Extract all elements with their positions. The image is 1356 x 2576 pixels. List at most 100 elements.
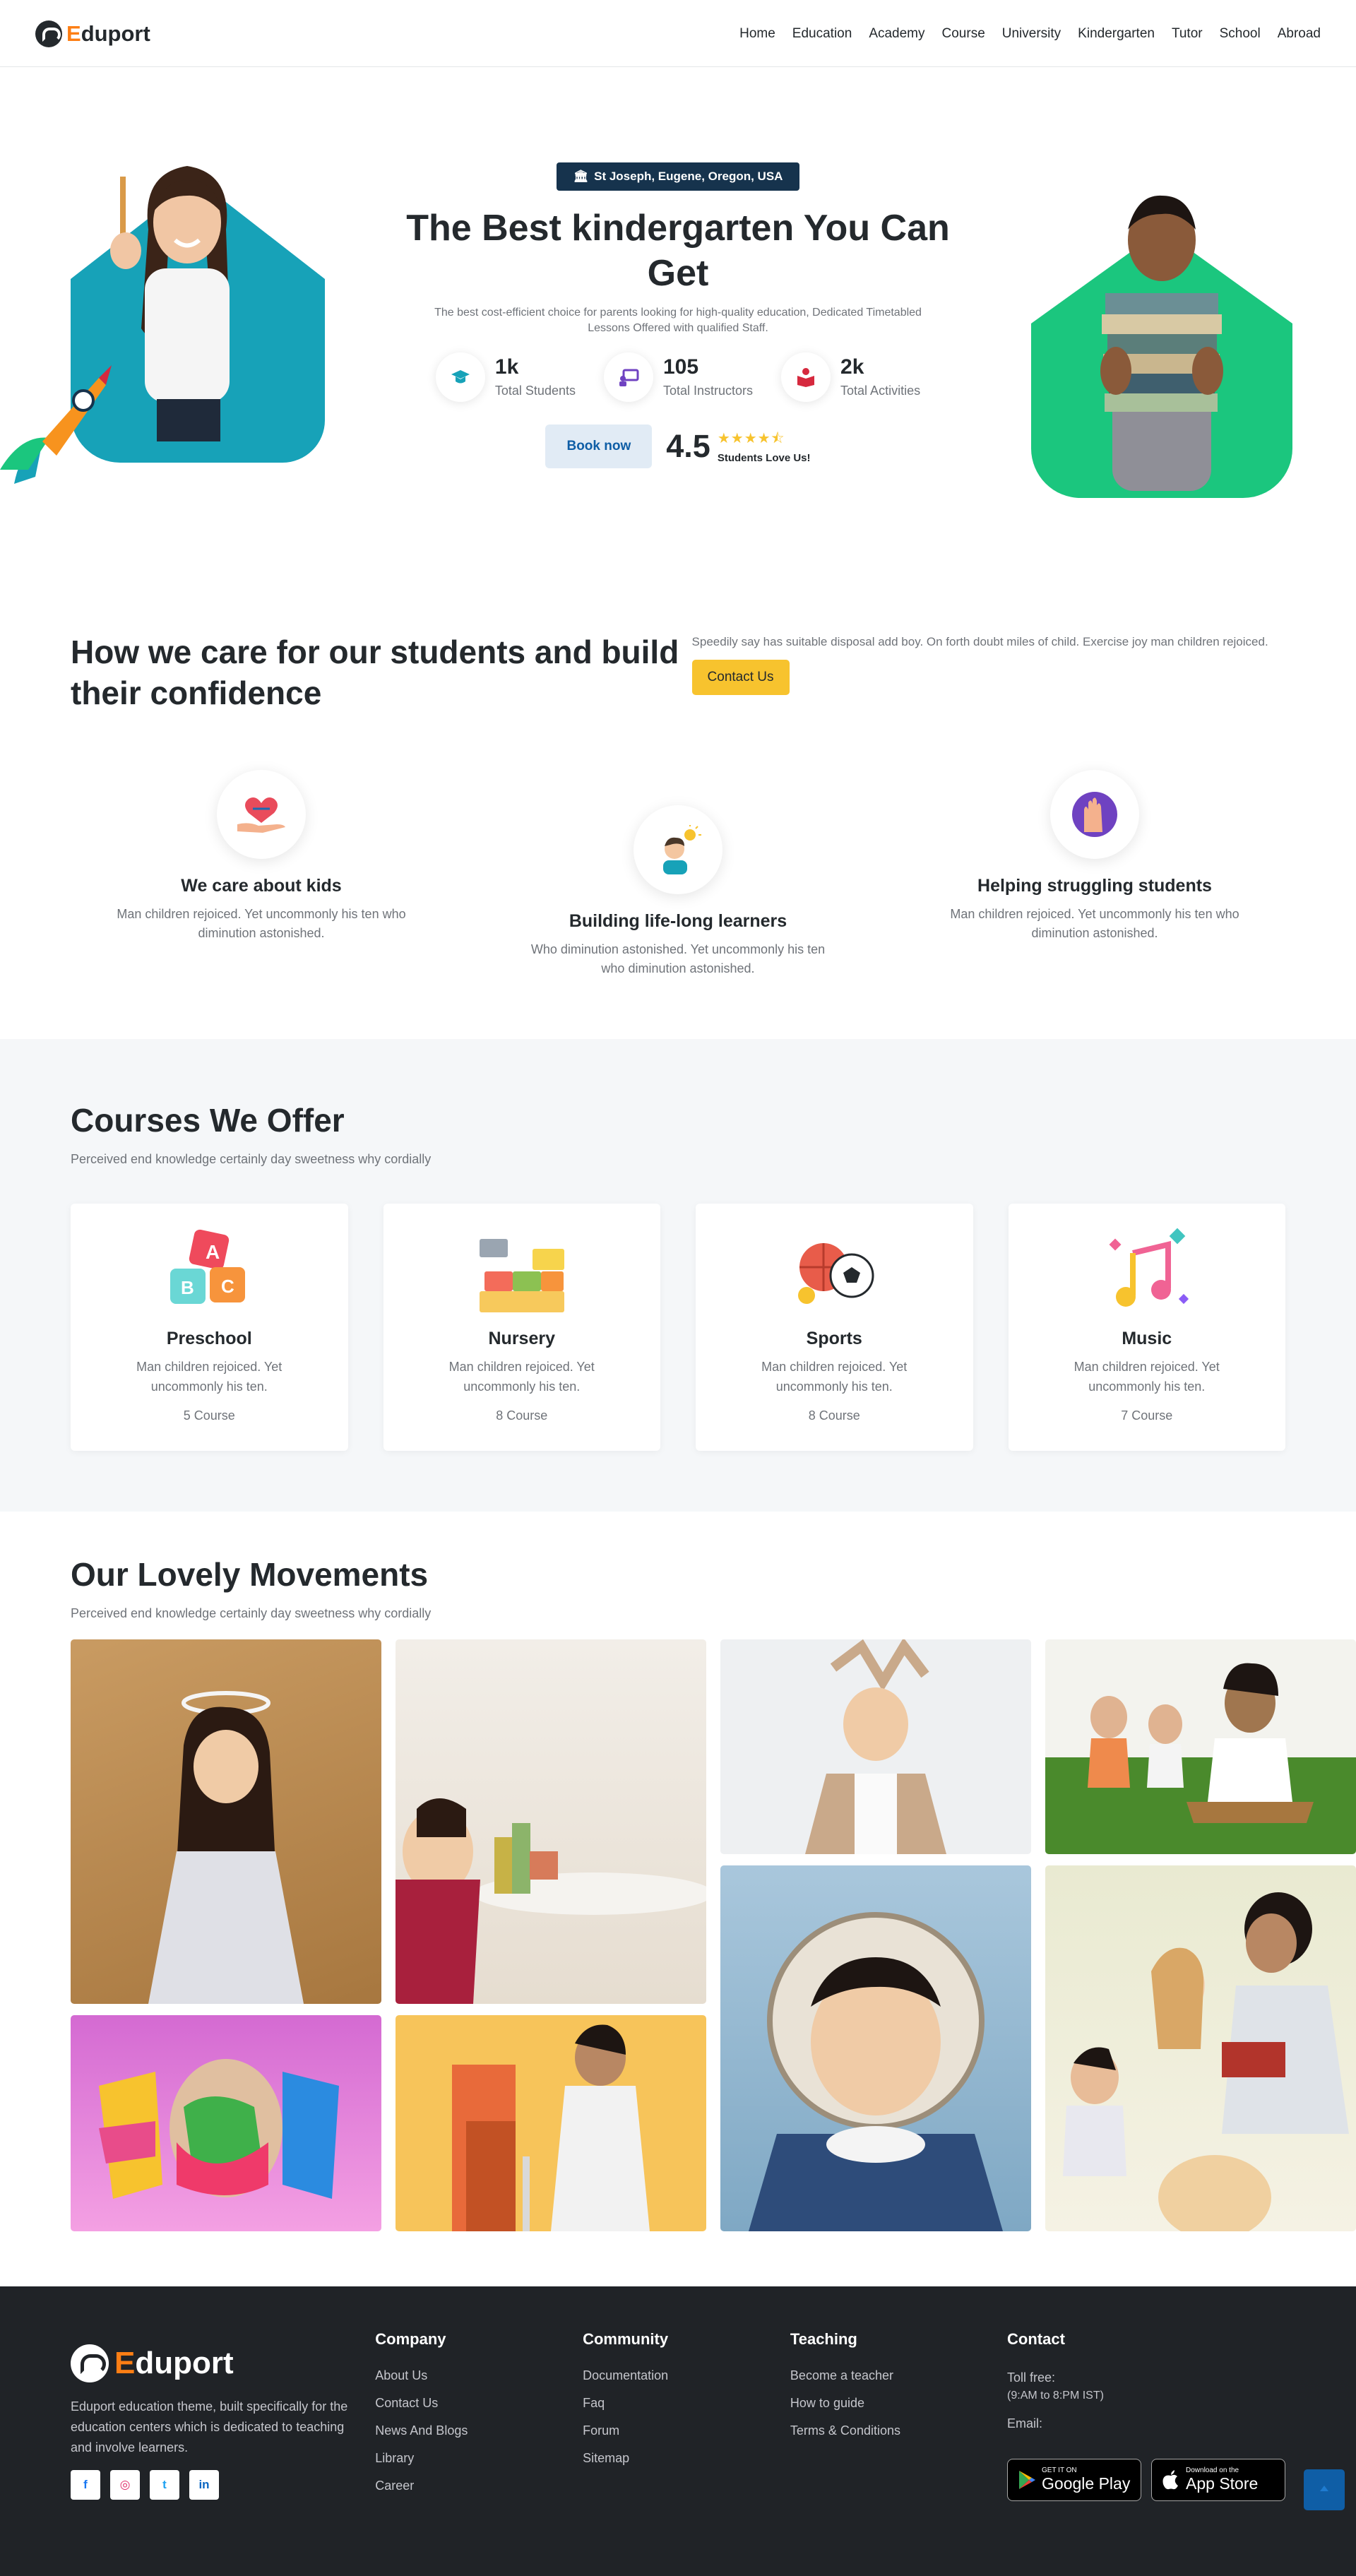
course-card-music[interactable]: Music Man children rejoiced. Yet uncommo… (1008, 1204, 1285, 1451)
footer-description: Eduport education theme, built specifica… (71, 2399, 348, 2455)
footer-logo[interactable]: Eduport (71, 2344, 375, 2382)
courses-section: Courses We Offer Perceived end knowledge… (0, 1039, 1356, 1512)
idea-boy-icon (634, 805, 722, 894)
stat-instructors: 105 Total Instructors (603, 352, 754, 402)
footer-link-library[interactable]: Library (375, 2451, 583, 2466)
stat-label: Total Students (494, 384, 576, 398)
nav-item-education[interactable]: Education (792, 26, 852, 42)
courses-subtitle: Perceived end knowledge certainly day sw… (71, 1152, 432, 1166)
facebook-icon[interactable]: f (71, 2470, 100, 2500)
svg-text:B: B (181, 1277, 194, 1298)
app-store-badges: GET IT ON Google Play Download on the App … (1007, 2459, 1286, 2501)
footer-teaching: Teaching Become a teacher How to guide T… (790, 2330, 1007, 2506)
contact-email: Email: (1007, 2416, 1043, 2430)
footer-link-terms[interactable]: Terms & Conditions (790, 2423, 1007, 2438)
course-name: Nursery (488, 1329, 556, 1348)
back-to-top-button[interactable] (1304, 2469, 1345, 2510)
institution-icon: 🏛 (573, 170, 589, 183)
gallery-photo-astronaut-boy[interactable] (720, 1865, 1031, 2231)
balls-icon (798, 1243, 874, 1304)
stat-students: 1k Total Students (435, 352, 576, 402)
footer-link-forum[interactable]: Forum (583, 2423, 790, 2438)
gallery-photo-painted-hands[interactable] (71, 2015, 381, 2231)
footer-company: Company About Us Contact Us News And Blo… (375, 2330, 583, 2506)
feature-text: Man children rejoiced. Yet uncommonly hi… (117, 907, 406, 940)
site-header: Eduport Home Education Academy Course Un… (0, 0, 1356, 67)
hero-girl-illustration (0, 138, 332, 519)
photo-gallery (71, 1639, 1356, 2231)
google-play-button[interactable]: GET IT ON Google Play (1007, 2459, 1142, 2501)
rating-label: Students Love Us! (717, 452, 811, 465)
feature-title: We care about kids (181, 876, 342, 896)
course-name: Sports (806, 1329, 862, 1348)
nav-item-kindergarten[interactable]: Kindergarten (1078, 26, 1155, 42)
footer-link-sitemap[interactable]: Sitemap (583, 2451, 790, 2466)
footer-link-career[interactable]: Career (375, 2479, 583, 2493)
feature-learners: Building life-long learners Who diminuti… (530, 805, 826, 978)
footer-link-how-to-guide[interactable]: How to guide (790, 2396, 1007, 2411)
contact-us-button[interactable]: Contact Us (691, 660, 790, 696)
star-rating-icon: ★★★★⯪ (717, 431, 785, 447)
feature-title: Building life-long learners (569, 911, 787, 931)
footer-col-title: Contact (1007, 2330, 1065, 2348)
linkedin-icon[interactable]: in (189, 2470, 219, 2500)
footer-link-faq[interactable]: Faq (583, 2396, 790, 2411)
gallery-photo-costume-child[interactable] (720, 1639, 1031, 1854)
nav-item-academy[interactable]: Academy (869, 26, 924, 42)
book-now-button[interactable]: Book now (545, 424, 653, 468)
feature-care: We care about kids Man children rejoiced… (113, 770, 410, 978)
care-intro: Speedily say has suitable disposal add b… (691, 632, 1285, 713)
nav-item-tutor[interactable]: Tutor (1172, 26, 1203, 42)
heart-hand-icon (217, 770, 306, 859)
gallery-photo-yoga-kids[interactable] (1045, 1639, 1356, 1854)
gallery-photo-blocks-play[interactable] (396, 1639, 706, 2004)
main-nav: Home Education Academy Course University… (739, 26, 1321, 42)
twitter-icon[interactable]: t (150, 2470, 179, 2500)
course-card-nursery[interactable]: Nursery Man children rejoiced. Yet uncom… (383, 1204, 660, 1451)
rating: 4.5 ★★★★⯪ Students Love Us! (666, 428, 810, 465)
course-card-sports[interactable]: Sports Man children rejoiced. Yet uncomm… (696, 1204, 973, 1451)
apple-icon (1162, 2470, 1179, 2490)
stat-value: 1k (494, 355, 519, 379)
gallery-photo-costume-play[interactable] (396, 2015, 706, 2231)
feature-title: Helping struggling students (977, 876, 1212, 896)
social-links: f ◎ t in (71, 2470, 375, 2500)
footer-col-title: Company (375, 2330, 446, 2348)
footer-col-title: Community (583, 2330, 669, 2348)
logo-letter: E (66, 20, 81, 46)
care-header: How we care for our students and build t… (71, 632, 1285, 713)
nav-item-university[interactable]: University (1002, 26, 1061, 42)
location-badge: 🏛 St Joseph, Eugene, Oregon, USA (556, 162, 800, 191)
footer-link-become-teacher[interactable]: Become a teacher (790, 2368, 1007, 2383)
gallery-photo-reading-group[interactable] (1045, 1865, 1356, 2231)
logo-text: duport (135, 2346, 234, 2380)
nav-item-home[interactable]: Home (739, 26, 775, 42)
store-big-text: Google Play (1042, 2474, 1131, 2493)
abc-blocks-icon: A B C (170, 1229, 246, 1304)
stat-label: Total Instructors (662, 384, 754, 398)
app-store-button[interactable]: Download on the App Store (1151, 2459, 1286, 2501)
feature-helping: Helping struggling students Man children… (946, 770, 1243, 978)
location-text: St Joseph, Eugene, Oregon, USA (594, 170, 783, 183)
features-row: We care about kids Man children rejoiced… (71, 770, 1285, 978)
footer-link-contact[interactable]: Contact Us (375, 2396, 583, 2411)
course-card-preschool[interactable]: A B C Preschool Man children rejoiced. Y… (71, 1204, 348, 1451)
hero-cta: Book now 4.5 ★★★★⯪ Students Love Us! (396, 424, 961, 468)
stat-value: 105 (662, 355, 699, 379)
brand-logo[interactable]: Eduport (35, 20, 150, 47)
instagram-icon[interactable]: ◎ (110, 2470, 140, 2500)
care-title: How we care for our students and build t… (71, 634, 679, 711)
nav-item-school[interactable]: School (1220, 26, 1261, 42)
footer-col-title: Teaching (790, 2330, 857, 2348)
footer-link-news[interactable]: News And Blogs (375, 2423, 583, 2438)
hero-title: The Best kindergarten You Can Get (406, 208, 950, 294)
nav-item-course[interactable]: Course (942, 26, 985, 42)
logo-text: duport (81, 20, 150, 46)
gallery-photo-angel-girl[interactable] (71, 1639, 381, 2004)
stat-label: Total Activities (840, 384, 921, 398)
footer-link-documentation[interactable]: Documentation (583, 2368, 790, 2383)
nav-item-abroad[interactable]: Abroad (1278, 26, 1321, 42)
store-small-text: Download on the (1186, 2467, 1239, 2474)
footer-link-about[interactable]: About Us (375, 2368, 583, 2383)
movements-section: Our Lovely Movements Perceived end knowl… (0, 1512, 1356, 2286)
